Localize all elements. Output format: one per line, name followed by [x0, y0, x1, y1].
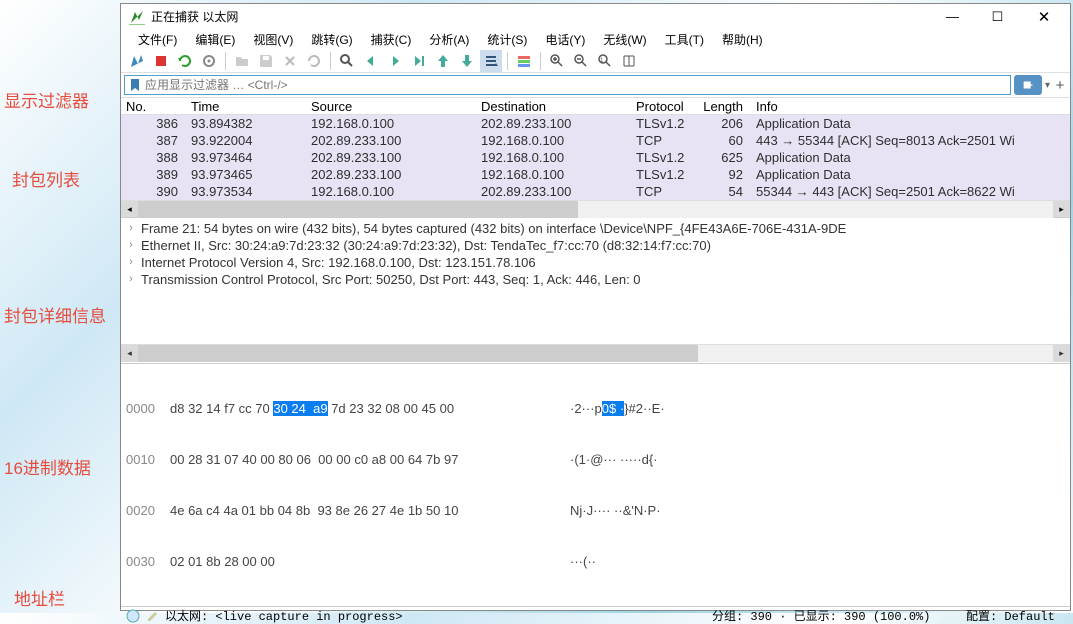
app-icon	[129, 9, 145, 25]
titlebar[interactable]: 正在捕获 以太网 — ☐ ✕	[121, 4, 1070, 29]
detail-tcp[interactable]: ›Transmission Control Protocol, Src Port…	[121, 271, 1070, 288]
menu-file[interactable]: 文件(F)	[129, 29, 186, 50]
maximize-button[interactable]: ☐	[975, 4, 1020, 29]
filter-dropdown[interactable]: ▾	[1045, 80, 1050, 91]
restart-capture-button[interactable]	[174, 50, 196, 72]
goto-first-button[interactable]	[432, 50, 454, 72]
col-info[interactable]: Info	[751, 98, 1070, 114]
menu-help[interactable]: 帮助(H)	[713, 29, 772, 50]
goto-button[interactable]	[408, 50, 430, 72]
packet-list-pane: No. Time Source Destination Protocol Len…	[121, 97, 1070, 217]
packet-list-hscroll[interactable]: ◂▸	[121, 200, 1070, 217]
col-no[interactable]: No.	[121, 98, 186, 114]
detail-frame[interactable]: ›Frame 21: 54 bytes on wire (432 bits), …	[121, 220, 1070, 237]
zoom-out-button[interactable]	[570, 50, 592, 72]
menu-tools[interactable]: 工具(T)	[656, 29, 713, 50]
col-length[interactable]: Length	[696, 98, 751, 114]
col-destination[interactable]: Destination	[476, 98, 631, 114]
col-protocol[interactable]: Protocol	[631, 98, 696, 114]
menu-statistics[interactable]: 统计(S)	[478, 29, 536, 50]
menu-view[interactable]: 视图(V)	[244, 29, 302, 50]
annotation-hex: 16进制数据	[4, 454, 91, 479]
table-row[interactable]: 38893.973464202.89.233.100192.168.0.100T…	[121, 149, 1070, 166]
colorize-button[interactable]	[513, 50, 535, 72]
annotation-addr: 地址栏	[14, 585, 65, 610]
menu-wireless[interactable]: 无线(W)	[594, 29, 655, 50]
capture-options-button[interactable]	[198, 50, 220, 72]
apply-filter-button[interactable]	[1014, 75, 1042, 95]
col-source[interactable]: Source	[306, 98, 476, 114]
status-packets: 分组: 390 · 已显示: 390 (100.0%)	[712, 607, 962, 624]
autoscroll-button[interactable]	[480, 50, 502, 72]
zoom-reset-button[interactable]: 1	[594, 50, 616, 72]
menu-telephony[interactable]: 电话(Y)	[536, 29, 594, 50]
annotation-details: 封包详细信息	[4, 302, 106, 327]
annotation-filter: 显示过滤器	[4, 87, 89, 112]
add-filter-button[interactable]: +	[1053, 77, 1067, 94]
table-row[interactable]: 39093.973534192.168.0.100202.89.233.100T…	[121, 183, 1070, 200]
menu-capture[interactable]: 捕获(C)	[362, 29, 421, 50]
next-button[interactable]	[384, 50, 406, 72]
menu-analyze[interactable]: 分析(A)	[420, 29, 478, 50]
table-row[interactable]: 38993.973465202.89.233.100192.168.0.100T…	[121, 166, 1070, 183]
menu-edit[interactable]: 编辑(E)	[186, 29, 244, 50]
menubar: 文件(F) 编辑(E) 视图(V) 跳转(G) 捕获(C) 分析(A) 统计(S…	[121, 29, 1070, 50]
close-button[interactable]: ✕	[1020, 4, 1068, 29]
edit-icon[interactable]	[145, 608, 161, 624]
detail-ip[interactable]: ›Internet Protocol Version 4, Src: 192.1…	[121, 254, 1070, 271]
filter-bar: ▾ +	[121, 73, 1070, 97]
col-time[interactable]: Time	[186, 98, 306, 114]
annotation-packets: 封包列表	[12, 166, 80, 191]
start-capture-button[interactable]	[126, 50, 148, 72]
save-button[interactable]	[255, 50, 277, 72]
close-file-button[interactable]	[279, 50, 301, 72]
goto-last-button[interactable]	[456, 50, 478, 72]
bookmark-icon[interactable]	[127, 77, 143, 93]
find-button[interactable]	[336, 50, 358, 72]
statusbar: 以太网: <live capture in progress> 分组: 390 …	[121, 606, 1070, 624]
resize-columns-button[interactable]	[618, 50, 640, 72]
detail-ethernet[interactable]: ›Ethernet II, Src: 30:24:a9:7d:23:32 (30…	[121, 237, 1070, 254]
table-row[interactable]: 38793.922004202.89.233.100192.168.0.100T…	[121, 132, 1070, 149]
reload-button[interactable]	[303, 50, 325, 72]
expert-info-icon[interactable]	[125, 608, 141, 624]
zoom-in-button[interactable]	[546, 50, 568, 72]
display-filter-input[interactable]	[145, 76, 1010, 94]
packet-details-pane: ›Frame 21: 54 bytes on wire (432 bits), …	[121, 217, 1070, 363]
minimize-button[interactable]: —	[930, 4, 975, 29]
window-title: 正在捕获 以太网	[151, 8, 930, 25]
packet-list-header[interactable]: No. Time Source Destination Protocol Len…	[121, 97, 1070, 115]
prev-button[interactable]	[360, 50, 382, 72]
wireshark-window: 正在捕获 以太网 — ☐ ✕ 文件(F) 编辑(E) 视图(V) 跳转(G) 捕…	[120, 3, 1071, 611]
details-hscroll[interactable]: ◂▸	[121, 344, 1070, 361]
status-interface: 以太网: <live capture in progress>	[165, 607, 708, 624]
main-toolbar: 1	[121, 50, 1070, 73]
menu-go[interactable]: 跳转(G)	[302, 29, 361, 50]
table-row[interactable]: 38693.894382192.168.0.100202.89.233.100T…	[121, 115, 1070, 132]
packet-bytes-pane[interactable]: 0000d8 32 14 f7 cc 70 30 24 a9 7d 23 32 …	[121, 363, 1070, 606]
stop-capture-button[interactable]	[150, 50, 172, 72]
open-file-button[interactable]	[231, 50, 253, 72]
status-profile[interactable]: 配置: Default	[966, 607, 1066, 624]
